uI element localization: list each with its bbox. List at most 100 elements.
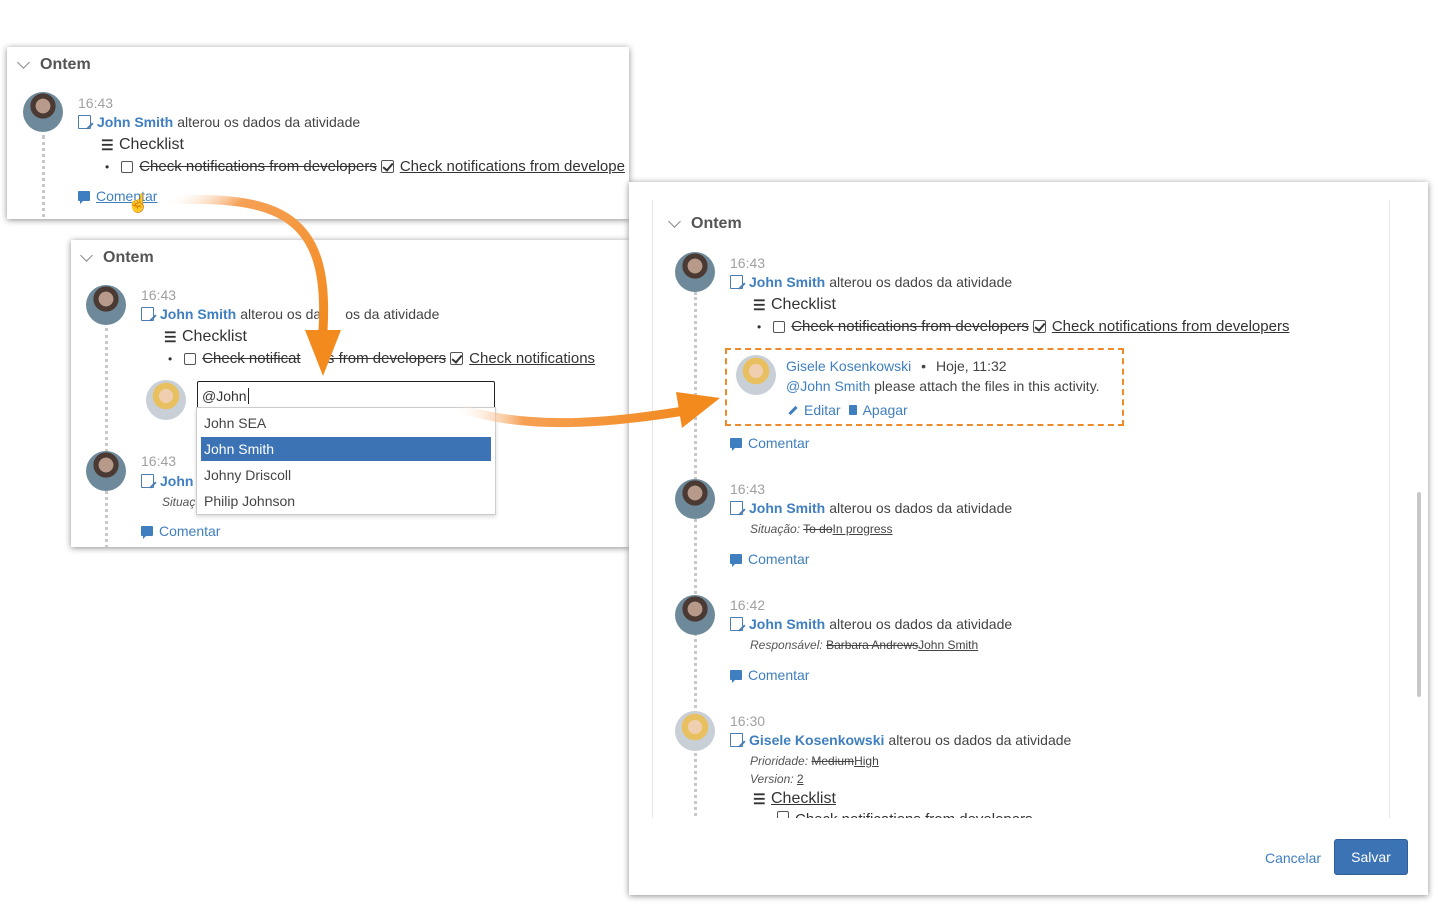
entry-time: 16:43	[141, 453, 177, 469]
new-value: High	[854, 754, 879, 768]
author-link[interactable]: John Smith	[97, 114, 173, 130]
comment-link[interactable]: Comentar	[730, 435, 809, 451]
comment-actions: Editar Apagar	[786, 402, 908, 418]
edit-icon	[730, 617, 743, 631]
avatar	[675, 252, 715, 292]
chevron-down-icon	[17, 56, 30, 69]
list-icon: ☰	[753, 296, 766, 313]
old-checklist-item: Check notifications from developers	[791, 318, 1029, 335]
entry-summary: John Smith alterou os dados da atividade	[730, 274, 1012, 290]
group-header[interactable]: Ontem	[17, 56, 91, 74]
checklist-header: ☰ Checklist	[753, 790, 836, 808]
commenter-name[interactable]: Gisele Kosenkowski	[786, 358, 911, 374]
comment-text: please attach the files in this activity…	[874, 378, 1100, 394]
entry-summary: John Smith alterou os da os da atividade	[141, 306, 439, 322]
checkbox-unchecked-icon	[184, 352, 197, 365]
comment-icon	[141, 526, 153, 539]
pencil-icon	[788, 405, 798, 415]
delete-comment-button[interactable]: Apagar	[863, 402, 908, 418]
suggestion-item[interactable]: Johny Driscoll	[201, 463, 491, 487]
suggestion-item-selected[interactable]: John Smith	[201, 437, 491, 461]
checklist-change: • Check notifications from developers Ch…	[105, 158, 625, 175]
comment-time: Hoje, 11:32	[935, 358, 1007, 374]
entry-time: 16:43	[141, 287, 177, 303]
suggestion-item[interactable]: Philip Johnson	[201, 489, 491, 513]
new-value: John Smith	[918, 638, 979, 652]
edit-icon	[730, 275, 743, 289]
current-user-avatar	[146, 380, 186, 420]
field-label: Prioridade:	[750, 754, 809, 768]
author-link[interactable]: John Smith	[160, 306, 236, 322]
checkbox-unchecked-icon	[773, 320, 786, 333]
list-icon: ☰	[101, 136, 114, 153]
group-title: Ontem	[691, 215, 742, 232]
entry-summary: John Smith alterou os dados da atividade	[730, 500, 1012, 516]
group-title: Ontem	[40, 56, 91, 73]
activity-panel-mention: Ontem 16:43 John Smith alterou os da os …	[71, 240, 629, 547]
action-text: alterou os dados da atividade	[829, 274, 1013, 290]
edit-icon	[141, 307, 154, 321]
action-text: alterou os dados da atividade	[829, 500, 1013, 516]
bullet: •	[168, 351, 173, 366]
checklist-change: • Check notifications from developers Ch…	[757, 318, 1289, 335]
commenter-avatar	[736, 355, 776, 395]
avatar	[675, 479, 715, 519]
entry-summary: Gisele Kosenkowski alterou os dados da a…	[730, 732, 1071, 748]
entry-summary: John Smith alterou os dados da atividade	[730, 616, 1012, 632]
author-link[interactable]: John	[160, 473, 193, 489]
action-text: alterou os da	[240, 306, 322, 322]
avatar	[675, 595, 715, 635]
checklist-label: Checklist	[182, 328, 247, 345]
new-value: In progress	[832, 522, 893, 536]
comment-input[interactable]: @John	[197, 381, 495, 409]
author-link[interactable]: John Smith	[749, 616, 825, 632]
old-value: Barbara Andrews	[826, 638, 919, 652]
timeline-line	[42, 135, 45, 219]
comment-link[interactable]: Comentar	[141, 523, 220, 539]
timeline-line	[105, 328, 108, 547]
avatar	[23, 92, 63, 132]
edit-icon	[141, 474, 154, 488]
comment-link[interactable]: Comentar	[730, 667, 809, 683]
new-checklist-item: Check notifications from develope	[399, 158, 625, 175]
cancel-button[interactable]: Cancelar	[1265, 850, 1321, 866]
comment-label: Comentar	[748, 551, 810, 567]
entry-summary: John	[141, 473, 197, 489]
old-value: To do	[803, 522, 833, 536]
author-link[interactable]: John Smith	[749, 500, 825, 516]
group-title: Ontem	[103, 249, 154, 266]
old-checklist-item: Check notifications from developers	[139, 158, 377, 175]
comment-icon	[730, 438, 742, 451]
old-checklist-item: Check notificat	[202, 350, 301, 367]
edit-comment-button[interactable]: Editar	[804, 402, 841, 418]
field-change: Situaç	[162, 495, 195, 509]
entry-time: 16:30	[730, 713, 766, 729]
save-button[interactable]: Salvar	[1334, 839, 1408, 875]
comment-icon	[730, 554, 742, 567]
field-change: Prioridade: MediumHigh	[750, 754, 879, 768]
author-link[interactable]: Gisele Kosenkowski	[749, 732, 884, 748]
field-label: Version:	[750, 772, 794, 786]
checklist-header: ☰ Checklist	[753, 296, 836, 314]
comment-link[interactable]: Comentar	[730, 551, 809, 567]
mention-link[interactable]: @John Smith	[786, 378, 870, 394]
checklist-change: • Check notificat ns from developers Che…	[168, 350, 595, 367]
entry-time: 16:43	[78, 95, 114, 111]
new-comment: Gisele Kosenkowski • Hoje, 11:32 @John S…	[725, 348, 1124, 426]
comment-label: Comentar	[748, 435, 810, 451]
content-border-left	[652, 200, 653, 820]
checkbox-checked-icon	[380, 160, 394, 173]
scrollbar[interactable]	[1417, 492, 1421, 697]
group-header[interactable]: Ontem	[80, 249, 154, 267]
entry-time: 16:43	[730, 255, 766, 271]
group-header[interactable]: Ontem	[668, 215, 742, 233]
comment-label: Comentar	[748, 667, 810, 683]
action-text: alterou os dados da atividade	[829, 616, 1013, 632]
author-link[interactable]: John Smith	[749, 274, 825, 290]
hand-cursor-icon: ☝	[127, 193, 150, 213]
chevron-down-icon	[668, 215, 681, 228]
suggestion-item[interactable]: John SEA	[201, 411, 491, 435]
list-icon: ☰	[164, 328, 177, 345]
edit-icon	[730, 501, 743, 515]
comment-body: @John Smith please attach the files in t…	[786, 378, 1100, 394]
